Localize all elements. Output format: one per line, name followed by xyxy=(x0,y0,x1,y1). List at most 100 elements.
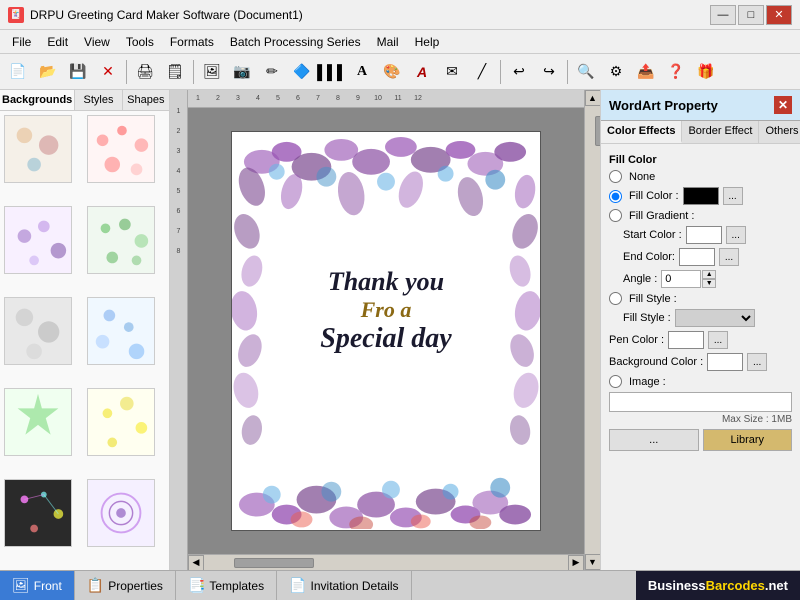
fill-color-picker-btn[interactable]: ... xyxy=(723,187,743,205)
toolbar-text[interactable]: A xyxy=(348,58,376,86)
toolbar-settings[interactable]: ⚙ xyxy=(602,58,630,86)
app-title: DRPU Greeting Card Maker Software (Docum… xyxy=(30,8,710,22)
toolbar-print[interactable]: 🖨 xyxy=(131,58,159,86)
tab-backgrounds[interactable]: Backgrounds xyxy=(0,90,75,110)
library-btn[interactable]: Library xyxy=(703,429,793,451)
fill-style-radio[interactable] xyxy=(609,292,622,305)
toolbar-image[interactable]: 🖼 xyxy=(198,58,226,86)
pen-color-swatch[interactable] xyxy=(668,331,704,349)
toolbar-undo[interactable]: ↩ xyxy=(505,58,533,86)
ruler-mark: 4 xyxy=(177,168,181,188)
toolbar-symbol[interactable]: ✉ xyxy=(438,58,466,86)
templates-tab-icon: 📑 xyxy=(188,577,205,594)
image-radio[interactable] xyxy=(609,375,622,388)
menu-formats[interactable]: Formats xyxy=(162,33,222,51)
menu-view[interactable]: View xyxy=(76,33,118,51)
toolbar-preview[interactable]: 🗒 xyxy=(161,58,189,86)
toolbar-save[interactable]: 💾 xyxy=(64,58,92,86)
thumb-10[interactable] xyxy=(87,479,155,547)
thumb-9[interactable] xyxy=(4,479,72,547)
close-button[interactable]: ✕ xyxy=(766,5,792,25)
ruler-mark: 3 xyxy=(177,148,181,168)
menu-help[interactable]: Help xyxy=(407,33,448,51)
toolbar-open[interactable]: 📂 xyxy=(34,58,62,86)
menu-batch[interactable]: Batch Processing Series xyxy=(222,33,369,51)
scroll-up[interactable]: ▲ xyxy=(585,90,601,106)
image-path-input[interactable] xyxy=(609,392,792,412)
angle-up-btn[interactable]: ▲ xyxy=(702,270,716,279)
templates-tab-label: Templates xyxy=(209,579,264,593)
end-color-picker-btn[interactable]: ... xyxy=(719,248,739,266)
end-color-swatch[interactable] xyxy=(679,248,715,266)
thumb-2[interactable] xyxy=(87,115,155,183)
ruler-mark: 5 xyxy=(177,188,181,208)
tab-invitation[interactable]: 📄 Invitation Details xyxy=(277,571,411,600)
thumb-7[interactable] xyxy=(4,388,72,456)
prop-tab-others[interactable]: Others xyxy=(759,121,800,143)
toolbar-wordart[interactable]: A xyxy=(408,58,436,86)
hscroll-left[interactable]: ◀ xyxy=(188,555,204,571)
toolbar-gift[interactable]: 🎁 xyxy=(692,58,720,86)
tab-properties[interactable]: 📋 Properties xyxy=(75,571,176,600)
thumb-8[interactable] xyxy=(87,388,155,456)
main-area: Backgrounds Styles Shapes xyxy=(0,90,800,570)
fill-style-select-row: Fill Style : xyxy=(609,309,792,327)
toolbar-sep3 xyxy=(500,60,501,84)
image-clear-btn[interactable]: ... xyxy=(609,429,699,451)
maximize-button[interactable]: □ xyxy=(738,5,764,25)
canvas-area: 1 2 3 4 5 6 7 8 1 2 3 4 5 6 7 8 xyxy=(170,90,600,570)
scroll-thumb[interactable] xyxy=(595,116,601,146)
ruler-mark-h: 8 xyxy=(328,95,348,102)
invitation-tab-label: Invitation Details xyxy=(311,579,399,593)
fill-style-select[interactable] xyxy=(675,309,755,327)
angle-down-btn[interactable]: ▼ xyxy=(702,279,716,288)
thumb-5[interactable] xyxy=(4,297,72,365)
toolbar-close[interactable]: ✕ xyxy=(94,58,122,86)
toolbar-help[interactable]: ❓ xyxy=(662,58,690,86)
thumb-3[interactable] xyxy=(4,206,72,274)
menu-mail[interactable]: Mail xyxy=(369,33,407,51)
prop-tab-color-effects[interactable]: Color Effects xyxy=(601,121,682,143)
minimize-button[interactable]: — xyxy=(710,5,736,25)
none-radio[interactable] xyxy=(609,170,622,183)
toolbar-line[interactable]: ╱ xyxy=(468,58,496,86)
angle-input[interactable] xyxy=(661,270,701,288)
ruler-mark: 6 xyxy=(177,208,181,228)
toolbar-photo[interactable]: 📷 xyxy=(228,58,256,86)
tab-front[interactable]: 🖼 Front xyxy=(0,571,75,600)
canvas-scroll[interactable]: Thank you Fro a Special day xyxy=(188,108,584,554)
hscroll-right[interactable]: ▶ xyxy=(568,555,584,571)
tab-styles[interactable]: Styles xyxy=(75,90,122,110)
hscroll-track[interactable] xyxy=(204,557,568,569)
fill-color-radio[interactable] xyxy=(609,190,622,203)
fill-gradient-radio[interactable] xyxy=(609,209,622,222)
ruler-mark-h: 9 xyxy=(348,95,368,102)
menu-edit[interactable]: Edit xyxy=(39,33,76,51)
card-canvas: Thank you Fro a Special day xyxy=(231,131,541,531)
scroll-down[interactable]: ▼ xyxy=(585,554,601,570)
wordart-close-button[interactable]: ✕ xyxy=(774,96,792,114)
menu-tools[interactable]: Tools xyxy=(118,33,162,51)
bg-color-picker-btn[interactable]: ... xyxy=(747,353,767,371)
start-color-swatch[interactable] xyxy=(686,226,722,244)
thumb-1[interactable] xyxy=(4,115,72,183)
start-color-picker-btn[interactable]: ... xyxy=(726,226,746,244)
toolbar-redo[interactable]: ↪ xyxy=(535,58,563,86)
toolbar-draw[interactable]: ✏ xyxy=(258,58,286,86)
toolbar-paint[interactable]: 🎨 xyxy=(378,58,406,86)
thumb-6[interactable] xyxy=(87,297,155,365)
toolbar-zoom[interactable]: 🔍 xyxy=(572,58,600,86)
prop-tab-border-effect[interactable]: Border Effect xyxy=(682,121,759,143)
pen-color-picker-btn[interactable]: ... xyxy=(708,331,728,349)
toolbar-new[interactable]: 📄 xyxy=(4,58,32,86)
toolbar-shape[interactable]: 🔷 xyxy=(288,58,316,86)
tab-templates[interactable]: 📑 Templates xyxy=(176,571,277,600)
bg-color-swatch[interactable] xyxy=(707,353,743,371)
toolbar-barcode[interactable]: ▌▌▌ xyxy=(318,58,346,86)
tab-shapes[interactable]: Shapes xyxy=(123,90,169,110)
hscroll-thumb[interactable] xyxy=(234,558,314,568)
fill-color-swatch[interactable] xyxy=(683,187,719,205)
menu-file[interactable]: File xyxy=(4,33,39,51)
thumb-4[interactable] xyxy=(87,206,155,274)
toolbar-export[interactable]: 📤 xyxy=(632,58,660,86)
